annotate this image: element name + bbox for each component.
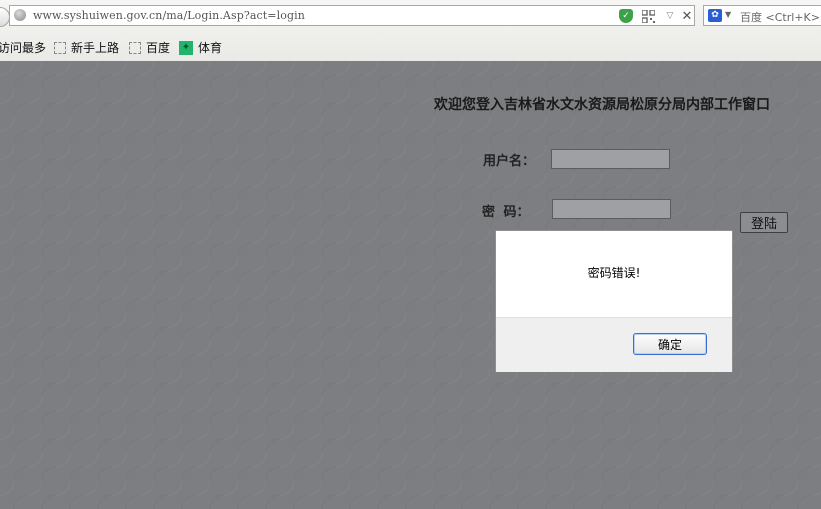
password-label: 密 码： — [482, 205, 530, 220]
bookmark-most-visited[interactable]: 访问最多 — [0, 39, 46, 56]
qr-code-icon[interactable] — [641, 9, 655, 23]
address-bar[interactable]: www.syshuiwen.gov.cn/ma/Login.Asp?act=lo… — [9, 5, 695, 26]
bookmark-label: 百度 — [146, 41, 171, 55]
bookmark-baidu[interactable]: 百度 — [129, 39, 170, 56]
browser-chrome: www.syshuiwen.gov.cn/ma/Login.Asp?act=lo… — [0, 0, 821, 62]
bookmarks-bar: 访问最多 新手上路 百度 ✦ 体育 — [0, 38, 821, 56]
baidu-icon[interactable]: ✿ — [708, 9, 722, 22]
sports-icon: ✦ — [179, 40, 193, 55]
login-button[interactable]: 登陆 — [740, 212, 788, 233]
alert-dialog: 密码错误! 确定 — [495, 230, 733, 372]
bookmark-label: 体育 — [198, 41, 223, 55]
dropdown-icon[interactable]: ▽ — [663, 9, 677, 23]
shield-icon[interactable]: ✓ — [619, 9, 633, 23]
bookmark-icon — [54, 41, 66, 54]
search-placeholder[interactable]: 百度 <Ctrl+K> — [740, 9, 820, 25]
username-input[interactable] — [551, 149, 670, 169]
search-engine-dropdown-icon[interactable]: ▼ — [725, 10, 731, 19]
alert-footer: 确定 — [496, 317, 732, 372]
bookmark-icon — [129, 41, 141, 54]
page-title: 欢迎您登入吉林省水文水资源局松原分局内部工作窗口 — [434, 97, 770, 113]
alert-message: 密码错误! — [587, 266, 641, 280]
bookmark-label: 新手上路 — [71, 41, 120, 55]
globe-icon — [14, 9, 26, 21]
bookmark-getting-started[interactable]: 新手上路 — [54, 39, 119, 56]
password-input[interactable] — [552, 199, 671, 219]
bookmark-label: 访问最多 — [0, 41, 47, 55]
bookmark-sports[interactable]: ✦ 体育 — [179, 39, 222, 56]
address-text[interactable]: www.syshuiwen.gov.cn/ma/Login.Asp?act=lo… — [33, 9, 305, 22]
ok-button[interactable]: 确定 — [633, 333, 707, 355]
username-label: 用户名： — [483, 154, 536, 169]
search-box[interactable]: ✿ ▼ 百度 <Ctrl+K> — [703, 5, 821, 26]
stop-icon[interactable]: ✕ — [680, 9, 694, 24]
